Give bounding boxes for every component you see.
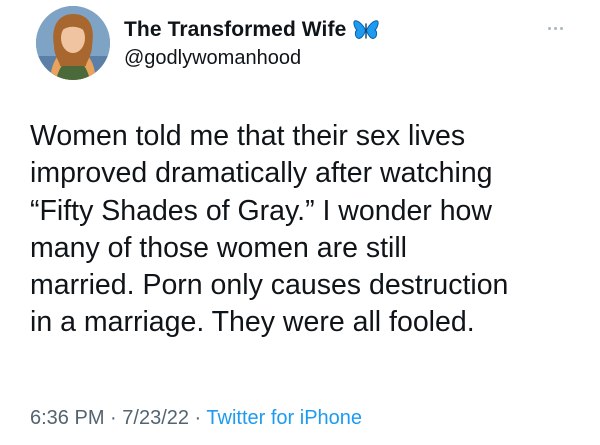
tweet-text-line: Women told me that their sex lives [30, 120, 466, 152]
tweet-card: The Transformed Wife @godlywomanhood Wom… [0, 0, 600, 445]
tweet-text-line: married. Porn only causes destruction [30, 269, 509, 302]
author-name-row[interactable]: The Transformed Wife [124, 17, 379, 43]
tweet-text-line: “Fifty Shades of Gray.” I wonder how [30, 194, 492, 227]
more-options-icon[interactable] [541, 24, 571, 34]
tweet-text-line: improved dramatically after watching [30, 157, 493, 190]
tweet-source-link[interactable]: Twitter for iPhone [206, 407, 362, 429]
butterfly-icon [353, 19, 379, 41]
tweet-text-line: in a marriage. They were all fooled. [30, 306, 475, 339]
meta-separator: · [104, 407, 123, 429]
tweet-text: Women told me that their sex lives impro… [30, 118, 590, 342]
author-display-name[interactable]: The Transformed Wife [124, 18, 346, 42]
meta-separator: · [189, 407, 207, 429]
tweet-time[interactable]: 6:36 PM [30, 407, 104, 429]
tweet-date[interactable]: 7/23/22 [122, 407, 189, 429]
tweet-text-line: many of those women are still [30, 231, 407, 264]
author-handle[interactable]: @godlywomanhood [124, 47, 301, 70]
tweet-meta: 6:36 PM · 7/23/22 · Twitter for iPhone [30, 407, 362, 430]
avatar-photo [36, 6, 110, 80]
avatar[interactable] [36, 6, 110, 80]
